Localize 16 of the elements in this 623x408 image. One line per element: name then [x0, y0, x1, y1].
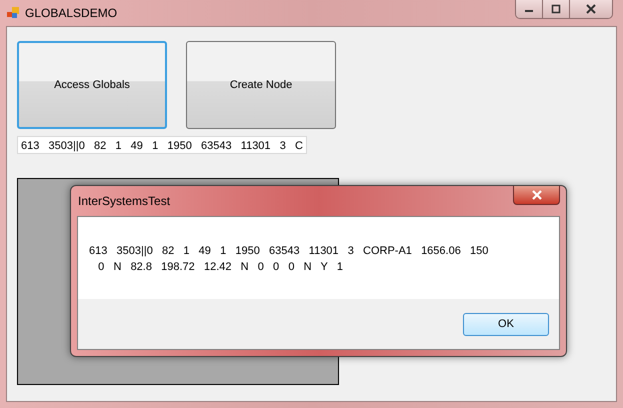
app-icon: [7, 7, 19, 19]
action-button[interactable]: Create Node: [186, 41, 336, 129]
close-icon: [585, 4, 597, 14]
message-text: 613 3503||0 82 1 49 1 1950 63543 11301 3 CORP-A1 1656.06 150: [89, 244, 488, 259]
maximize-button[interactable]: [543, 0, 570, 18]
ok-button[interactable]: OK: [463, 312, 549, 336]
close-button[interactable]: [513, 186, 560, 205]
text-field[interactable]: 613 3503||0 82 1 49 1 1950 63543 11301 3 C: [17, 136, 307, 154]
close-button[interactable]: [570, 0, 612, 18]
close-icon: [530, 190, 542, 200]
minimize-button[interactable]: [516, 0, 543, 18]
maximize-icon: [551, 4, 561, 14]
action-button[interactable]: Access Globals: [17, 41, 167, 129]
window-title: GLOBALSDEMO: [25, 6, 118, 20]
message-text: 0 N 82.8 198.72 12.42 N 0 0 0 N Y 1: [97, 260, 343, 275]
dialog-title: InterSystemsTest: [78, 194, 170, 208]
